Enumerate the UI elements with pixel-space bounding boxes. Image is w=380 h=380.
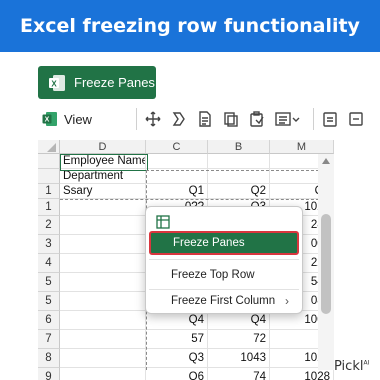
menu-item-freeze-panes[interactable]: Freeze Panes	[149, 231, 299, 255]
column-header-m[interactable]: M	[270, 140, 334, 154]
cell[interactable]: 74	[208, 368, 270, 380]
scrollbar-thumb[interactable]	[321, 214, 331, 314]
menu-item-label: Freeze Top Row	[171, 269, 255, 281]
view-tab[interactable]: X View	[38, 111, 130, 127]
toolbar-divider	[313, 108, 314, 130]
list-icon[interactable]	[273, 109, 301, 129]
row-header[interactable]: 3	[38, 235, 60, 254]
freeze-panes-button[interactable]: X Freeze Panes	[38, 66, 156, 99]
cell[interactable]: Q1	[146, 184, 208, 199]
view-tab-label: View	[64, 111, 92, 127]
banner-title: Excel freezing row functionality	[20, 15, 360, 37]
row-header[interactable]: 7	[38, 330, 60, 349]
logo-text: Pickl	[334, 359, 364, 374]
freeze-panes-menu: Freeze Panes Freeze Top Row Freeze First…	[145, 206, 303, 314]
row-header[interactable]: 9	[38, 368, 60, 380]
cell[interactable]	[60, 216, 146, 235]
column-header-b[interactable]: B	[208, 140, 270, 154]
row-header[interactable]: 5	[38, 292, 60, 311]
svg-text:X: X	[45, 117, 50, 124]
row-header[interactable]: 1	[38, 184, 60, 199]
cell[interactable]	[208, 154, 270, 169]
cell[interactable]: Q6	[146, 368, 208, 380]
selected-cell-outline	[60, 154, 148, 171]
logo-suffix: AI	[363, 359, 370, 367]
more-icon[interactable]	[346, 109, 366, 129]
clipboard-icon[interactable]	[320, 109, 340, 129]
cell[interactable]	[60, 349, 146, 368]
row-header[interactable]: 2	[38, 216, 60, 235]
row-header[interactable]: 6	[38, 311, 60, 330]
cell[interactable]: 72	[208, 330, 270, 349]
cell[interactable]	[146, 169, 208, 184]
toolbar-divider	[136, 108, 137, 130]
row-header[interactable]	[38, 154, 60, 169]
menu-item-freeze-first-column[interactable]: Freeze First Column ›	[149, 289, 299, 313]
cell[interactable]: Q2	[208, 184, 270, 199]
document-icon[interactable]	[195, 109, 215, 129]
select-all-corner[interactable]	[38, 140, 60, 154]
freeze-icon	[156, 215, 170, 229]
menu-item-freeze-top-row[interactable]: Freeze Top Row	[149, 263, 299, 287]
cell[interactable]	[60, 330, 146, 349]
row-header[interactable]	[38, 169, 60, 184]
excel-small-icon: X	[42, 112, 57, 126]
cell[interactable]	[208, 169, 270, 184]
cell[interactable]	[60, 199, 146, 216]
copy-icon[interactable]	[221, 109, 241, 129]
row-header[interactable]: 1	[38, 199, 60, 216]
cell[interactable]	[60, 311, 146, 330]
freeze-line	[146, 170, 334, 171]
freeze-line	[60, 199, 334, 200]
menu-item-label: Freeze First Column	[171, 295, 276, 307]
cell[interactable]: Q3	[146, 349, 208, 368]
title-banner: Excel freezing row functionality	[0, 0, 380, 52]
cell[interactable]	[60, 273, 146, 292]
scroll-up-icon[interactable]	[322, 158, 330, 164]
cell[interactable]	[60, 368, 146, 380]
row-header[interactable]: 5	[38, 273, 60, 292]
cell-salary[interactable]: Ssary	[60, 184, 146, 199]
arrow-icon[interactable]	[169, 109, 189, 129]
cell[interactable]	[60, 235, 146, 254]
column-header-d[interactable]: D	[60, 140, 146, 154]
column-header-c[interactable]: C	[146, 140, 208, 154]
cell-department[interactable]: Department	[60, 169, 146, 184]
cell[interactable]	[60, 254, 146, 273]
paste-icon[interactable]	[247, 109, 267, 129]
cell[interactable]	[60, 292, 146, 311]
move-icon[interactable]	[143, 109, 163, 129]
menu-item-label: Freeze Panes	[173, 237, 245, 249]
ribbon-toolbar: X View	[38, 104, 380, 134]
excel-icon: X	[49, 74, 65, 91]
cell[interactable]: 57	[146, 330, 208, 349]
freeze-panes-button-label: Freeze Panes	[74, 75, 155, 90]
svg-text:X: X	[51, 79, 57, 88]
row-header[interactable]: 4	[38, 254, 60, 273]
brand-logo: PicklAI	[334, 359, 369, 374]
vertical-scrollbar[interactable]	[318, 154, 334, 370]
chevron-right-icon: ›	[285, 294, 289, 308]
row-header[interactable]: 8	[38, 349, 60, 368]
cell[interactable]	[146, 154, 208, 169]
menu-divider	[149, 259, 299, 260]
cell[interactable]: 1043	[208, 349, 270, 368]
